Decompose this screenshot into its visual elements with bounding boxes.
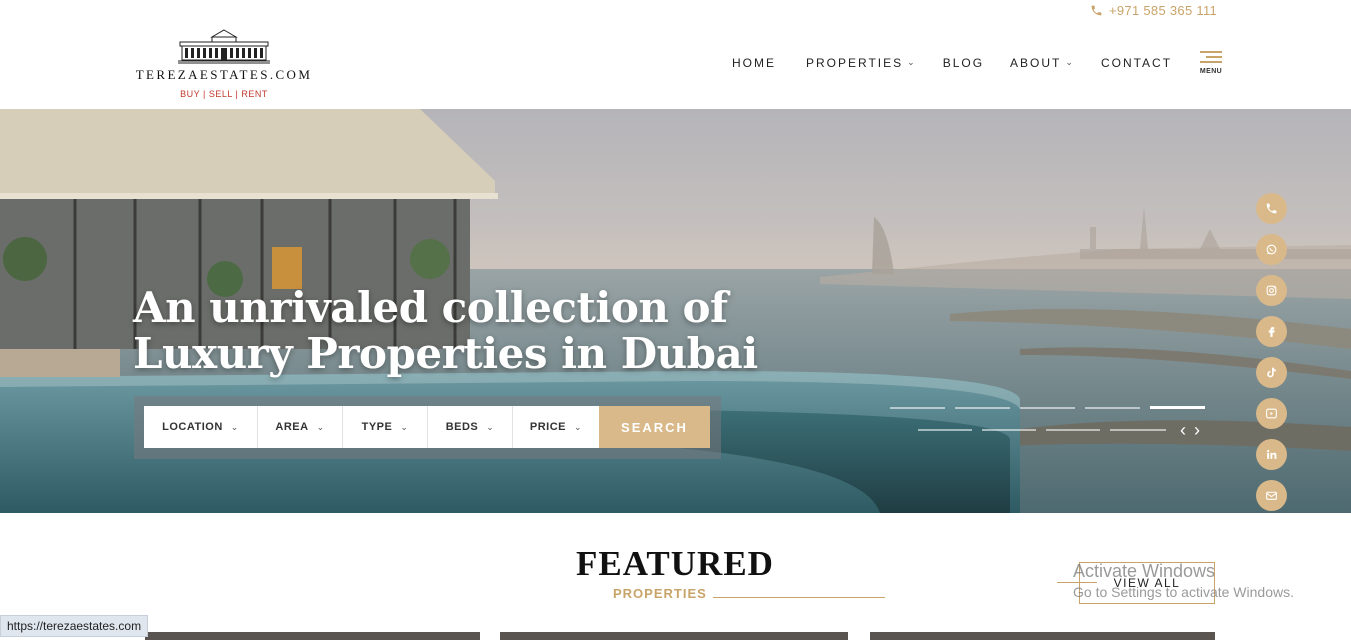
header-phone-number: +971 585 365 111 xyxy=(1109,3,1218,18)
slider-arrows: ‹ › xyxy=(1180,421,1200,439)
slider-dot[interactable] xyxy=(1085,407,1140,409)
property-card[interactable] xyxy=(870,632,1215,640)
social-phone-button[interactable] xyxy=(1256,193,1287,224)
site-logo[interactable]: TEREZAESTATES.COM BUY | SELL | RENT xyxy=(128,28,320,99)
search-area-select[interactable]: AREA ⌄ xyxy=(258,406,343,448)
social-tiktok-button[interactable] xyxy=(1256,357,1287,388)
social-instagram-button[interactable] xyxy=(1256,275,1287,306)
slider-dot-active[interactable] xyxy=(1150,406,1205,409)
property-card[interactable] xyxy=(500,632,848,640)
linkedin-icon xyxy=(1267,449,1277,459)
property-search: LOCATION ⌄ AREA ⌄ TYPE ⌄ BEDS ⌄ PRICE ⌄ … xyxy=(134,396,721,459)
logo-building-icon xyxy=(178,29,270,64)
social-youtube-button[interactable] xyxy=(1256,398,1287,429)
slider-dot[interactable] xyxy=(918,429,972,431)
youtube-icon xyxy=(1266,408,1277,419)
search-location-label: LOCATION xyxy=(162,421,223,433)
chevron-right-icon[interactable]: › xyxy=(1194,421,1200,439)
slider-dot[interactable] xyxy=(1046,429,1100,431)
whatsapp-icon xyxy=(1266,244,1277,255)
chevron-down-icon: ⌄ xyxy=(486,421,495,432)
search-area-label: AREA xyxy=(275,421,309,433)
search-bar: LOCATION ⌄ AREA ⌄ TYPE ⌄ BEDS ⌄ PRICE ⌄ … xyxy=(144,406,710,448)
nav-contact[interactable]: CONTACT xyxy=(1101,56,1172,70)
featured-divider xyxy=(713,597,885,598)
logo-name: TEREZAESTATES.COM xyxy=(135,67,313,82)
social-whatsapp-button[interactable] xyxy=(1256,234,1287,265)
nav-home-label: HOME xyxy=(732,56,776,70)
slider-indicators xyxy=(890,406,1210,437)
search-location-select[interactable]: LOCATION ⌄ xyxy=(144,406,258,448)
search-price-select[interactable]: PRICE ⌄ xyxy=(513,406,599,448)
search-beds-label: BEDS xyxy=(445,421,479,433)
tiktok-icon xyxy=(1267,367,1276,378)
phone-icon xyxy=(1266,203,1277,214)
social-email-button[interactable] xyxy=(1256,480,1287,511)
social-facebook-button[interactable] xyxy=(1256,316,1287,347)
nav-blog-label: BLOG xyxy=(942,56,985,70)
search-type-label: TYPE xyxy=(361,421,393,433)
chevron-down-icon: ⌄ xyxy=(907,56,917,67)
featured-title: FEATURED xyxy=(576,544,774,583)
search-price-label: PRICE xyxy=(529,421,567,433)
nav-properties-label: PROPERTIES xyxy=(806,56,904,70)
hero-title: An unrivaled collection of Luxury Proper… xyxy=(133,285,758,377)
nav-home[interactable]: HOME xyxy=(732,56,776,70)
chevron-down-icon: ⌄ xyxy=(230,421,239,432)
slider-dot[interactable] xyxy=(1020,407,1075,409)
property-card[interactable] xyxy=(145,632,480,640)
hero-title-line-2: Luxury Properties in Dubai xyxy=(133,329,758,378)
search-button[interactable]: SEARCH xyxy=(599,406,710,448)
menu-button[interactable]: MENU xyxy=(1196,50,1226,75)
search-type-select[interactable]: TYPE ⌄ xyxy=(343,406,428,448)
main-nav: HOME PROPERTIES ⌄ BLOG ABOUT ⌄ CONTACT xyxy=(732,56,1172,70)
status-bar-url: https://terezaestates.com xyxy=(0,615,149,637)
logo-tagline: BUY | SELL | RENT xyxy=(180,89,268,99)
hero-title-line-1: An unrivaled collection of xyxy=(133,283,728,332)
social-links xyxy=(1256,193,1287,511)
email-icon xyxy=(1266,491,1277,500)
slider-dot[interactable] xyxy=(890,407,945,409)
nav-contact-label: CONTACT xyxy=(1100,56,1173,70)
featured-subtitle: PROPERTIES xyxy=(613,586,707,601)
nav-about[interactable]: ABOUT ⌄ xyxy=(1010,56,1075,70)
slider-dot[interactable] xyxy=(955,407,1010,409)
featured-property-cards xyxy=(0,632,1351,640)
social-linkedin-button[interactable] xyxy=(1256,439,1287,470)
phone-icon xyxy=(1091,5,1102,16)
nav-blog[interactable]: BLOG xyxy=(943,56,984,70)
header-phone[interactable]: +971 585 365 111 xyxy=(1090,3,1217,18)
chevron-left-icon[interactable]: ‹ xyxy=(1180,421,1186,439)
nav-properties[interactable]: PROPERTIES ⌄ xyxy=(806,56,917,70)
facebook-icon xyxy=(1268,327,1275,337)
chevron-down-icon: ⌄ xyxy=(400,421,409,432)
hamburger-icon xyxy=(1196,50,1226,64)
view-all-button[interactable]: VIEW ALL xyxy=(1079,562,1215,604)
chevron-down-icon: ⌄ xyxy=(1065,56,1075,67)
search-beds-select[interactable]: BEDS ⌄ xyxy=(428,406,513,448)
chevron-down-icon: ⌄ xyxy=(574,421,583,432)
hero-banner: An unrivaled collection of Luxury Proper… xyxy=(0,109,1351,513)
instagram-icon xyxy=(1266,285,1277,296)
slider-dot[interactable] xyxy=(982,429,1036,431)
chevron-down-icon: ⌄ xyxy=(316,421,325,432)
slider-dot[interactable] xyxy=(1110,429,1166,431)
menu-label: MENU xyxy=(1199,68,1223,75)
nav-about-label: ABOUT xyxy=(1010,56,1062,70)
